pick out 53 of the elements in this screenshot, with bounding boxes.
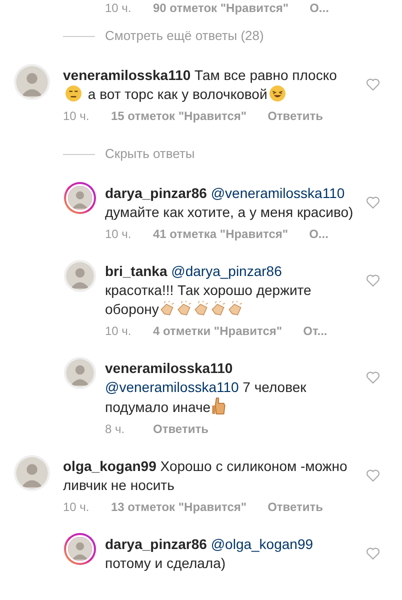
likes-link[interactable]: 4 отметки "Нравится" <box>153 324 282 339</box>
comment-text: veneramilosska110 @veneramilosska110 7 человек подумало иначе <box>105 359 308 417</box>
reply-link[interactable]: Ответить <box>268 109 324 124</box>
comment-text: veneramilosska110 Там все равно плоско а вот торс как у волочковой <box>63 66 338 104</box>
reply-link[interactable]: О... <box>309 227 328 242</box>
replies-toggle-link[interactable]: Скрыть ответы <box>105 146 195 162</box>
clap-icon <box>226 300 244 317</box>
username-link[interactable]: bri_tanka <box>105 263 168 279</box>
clap-icon <box>176 300 193 317</box>
heart-icon[interactable] <box>366 196 380 209</box>
heart-icon[interactable] <box>366 78 380 91</box>
username-link[interactable]: darya_pinzar86 <box>105 536 207 552</box>
thumbs-up-icon <box>210 397 226 415</box>
username-link[interactable]: darya_pinzar86 <box>105 185 207 201</box>
username-link[interactable]: veneramilosska110 <box>63 67 191 83</box>
comment-time: 8 ч. <box>105 422 126 437</box>
reply-link[interactable]: Ответить <box>268 500 324 515</box>
heart-icon[interactable] <box>366 274 380 287</box>
avatar-icon[interactable] <box>64 357 96 389</box>
avatar-icon[interactable] <box>64 260 96 292</box>
mention-link[interactable]: @olga_kogan99 <box>210 536 314 552</box>
likes-link[interactable]: 15 отметок "Нравится" <box>111 109 247 124</box>
comment-text: bri_tanka @darya_pinzar86 красотка!!! Так хорошо держите оборону <box>105 262 312 319</box>
comment-time: 10 ч. <box>63 500 90 515</box>
avatar-icon[interactable] <box>14 64 50 100</box>
comment-text: olga_kogan99 Хорошо с силиконом -можно ливчик не носить <box>63 457 348 495</box>
reply-link[interactable]: Ответить <box>153 422 208 437</box>
comment-text: darya_pinzar86 @olga_kogan99 потому и сделала) <box>105 535 314 573</box>
heart-icon[interactable] <box>366 371 380 384</box>
likes-link[interactable]: 13 отметок "Нравится" <box>111 500 247 515</box>
mention-link[interactable]: @darya_pinzar86 <box>171 263 282 279</box>
username-link[interactable]: olga_kogan99 <box>63 458 156 474</box>
likes-link[interactable]: 41 отметка "Нравится" <box>153 227 288 242</box>
heart-icon[interactable] <box>366 547 380 560</box>
emoji-laugh-icon <box>269 85 286 102</box>
clap-icon <box>158 300 176 317</box>
emoji-face-icon <box>65 85 82 102</box>
replies-toggle-link[interactable]: Смотреть ещё ответы (28) <box>105 28 264 44</box>
mention-link[interactable]: @veneramilosska110 <box>105 379 239 395</box>
username-link[interactable]: veneramilosska110 <box>105 360 233 376</box>
comment-time: 10 ч. <box>63 109 90 124</box>
avatar-icon[interactable] <box>14 455 50 491</box>
comment-time: 10 ч. <box>105 1 132 16</box>
heart-icon[interactable] <box>366 469 380 482</box>
comment-text: darya_pinzar86 @veneramilosska110 думайте как хотите, а у меня красиво) <box>105 184 354 222</box>
comment-time: 10 ч. <box>105 324 132 339</box>
clap-icon <box>192 300 210 317</box>
mention-link[interactable]: @veneramilosska110 <box>210 185 345 201</box>
clap-icon <box>210 300 227 317</box>
comment-time: 10 ч. <box>105 227 132 242</box>
likes-link[interactable]: 90 отметок "Нравится" <box>153 1 289 16</box>
reply-link[interactable]: От... <box>303 324 328 339</box>
reply-link[interactable]: О... <box>310 1 329 16</box>
